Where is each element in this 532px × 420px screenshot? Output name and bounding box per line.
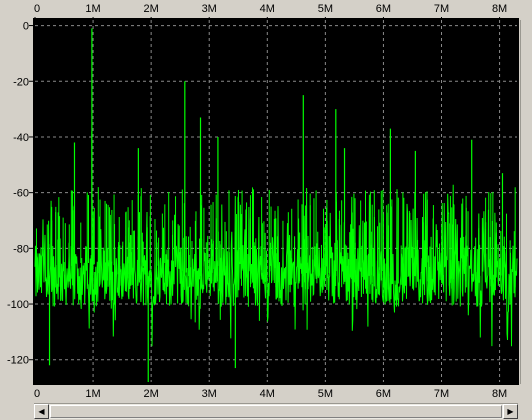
x-tick-label: 3M: [202, 388, 217, 400]
x-tick-label: 6M: [376, 3, 391, 15]
scroll-thumb[interactable]: [50, 405, 502, 418]
spectrum-chart: 0 1M 2M 3M 4M 5M 6M 7M 8M 0 1M 2M 3M 4M 5M 6M 7M 8M 0 -20…: [7, 3, 519, 400]
x-tick-label: 8M: [492, 388, 507, 400]
x-tick-label: 5M: [318, 388, 333, 400]
spectrum-analyzer-window: 0 1M 2M 3M 4M 5M 6M 7M 8M 0 1M 2M 3M 4M 5M 6M 7M 8M 0 -20…: [0, 0, 532, 420]
x-tick-label: 8M: [492, 3, 507, 15]
x-tick-label: 4M: [260, 3, 275, 15]
x-tick-label: 3M: [202, 3, 217, 15]
horizontal-scrollbar[interactable]: ◀ ▶: [34, 403, 518, 419]
vertical-panel-edge: [520, 20, 532, 384]
x-tick-label: 5M: [318, 3, 333, 15]
x-tick-label: 1M: [85, 388, 100, 400]
x-tick-label: 6M: [376, 388, 391, 400]
y-axis: 0 -20 -40 -60 -80 -100 -120: [7, 21, 33, 367]
x-tick-label: 2M: [144, 388, 159, 400]
scroll-right-button[interactable]: ▶: [503, 404, 518, 419]
scroll-left-button[interactable]: ◀: [34, 404, 49, 419]
x-tick-label: 0: [34, 3, 40, 15]
y-tick-label: 0: [23, 21, 29, 33]
y-tick-label: -80: [13, 243, 29, 255]
x-tick-label: 0: [34, 388, 40, 400]
y-tick-label: -60: [13, 188, 29, 200]
x-tick-label: 7M: [434, 388, 449, 400]
plot-area: [33, 18, 519, 385]
y-tick-label: -20: [13, 76, 29, 88]
x-tick-label: 4M: [260, 388, 275, 400]
x-tick-label: 2M: [144, 3, 159, 15]
x-tick-label: 1M: [85, 3, 100, 15]
y-tick-label: -100: [7, 299, 29, 311]
x-axis-top: 0 1M 2M 3M 4M 5M 6M 7M 8M: [34, 3, 507, 20]
x-tick-label: 7M: [434, 3, 449, 15]
y-tick-label: -40: [13, 132, 29, 144]
y-tick-label: -120: [7, 355, 29, 367]
